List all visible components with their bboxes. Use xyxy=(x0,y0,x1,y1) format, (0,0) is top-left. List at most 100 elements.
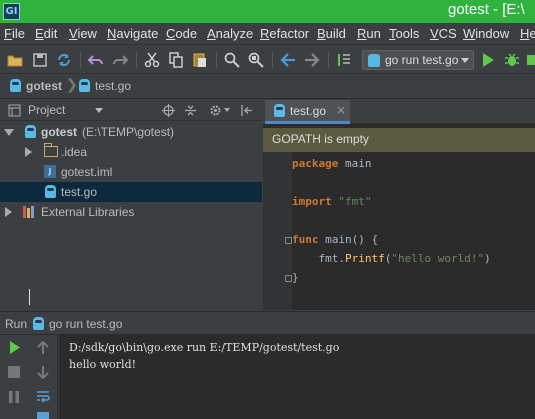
back-icon[interactable] xyxy=(279,51,297,69)
tree-item-test-go[interactable]: test.go xyxy=(0,182,262,202)
keyword: import xyxy=(292,195,332,208)
code-line-func[interactable]: func main() { xyxy=(292,233,378,246)
fold-marker-icon[interactable] xyxy=(285,275,292,282)
tree-item-iml[interactable]: J gotest.iml xyxy=(0,162,262,182)
tree-item-idea[interactable]: .idea xyxy=(0,142,262,162)
go-file-icon xyxy=(79,79,90,92)
folder-icon xyxy=(44,143,58,157)
breadcrumb-file[interactable]: test.go xyxy=(79,79,131,95)
run-configuration-select[interactable]: go run test.go xyxy=(362,50,474,70)
run-icon[interactable] xyxy=(479,51,497,69)
run-panel-tab[interactable]: go run test.go xyxy=(49,317,122,331)
menu-bar: File Edit View Navigate Code Analyze Ref… xyxy=(0,23,535,45)
chevron-down-icon[interactable] xyxy=(95,108,103,113)
run-panel-header: Run go run test.go xyxy=(0,311,535,335)
undo-icon[interactable] xyxy=(87,51,105,69)
gopath-warning-text: GOPATH is empty xyxy=(272,132,369,146)
run-configuration-label: go run test.go xyxy=(385,53,459,67)
title-bar: GI gotest - [E:\ xyxy=(0,0,535,23)
menu-navigate[interactable]: Navigate xyxy=(107,26,158,41)
soft-wrap-icon[interactable] xyxy=(35,389,51,405)
punctuation: ) xyxy=(484,252,491,265)
replace-icon[interactable] xyxy=(247,51,265,69)
stop-icon[interactable] xyxy=(7,365,21,379)
tree-item-label: .idea xyxy=(61,145,88,159)
code-line-printf[interactable]: fmt.Printf("hello world!") xyxy=(292,252,491,265)
tree-item-project-root[interactable]: gotest (E:\TEMP\gotest) xyxy=(0,122,262,142)
chevron-down-icon[interactable] xyxy=(224,108,230,112)
code-line-package[interactable]: package main xyxy=(292,157,371,170)
chevron-down-icon xyxy=(461,58,469,63)
code-line-import[interactable]: import "fmt" xyxy=(292,195,372,208)
project-panel: Project gotest (E:\TEMP\gotest) .idea J … xyxy=(0,100,262,310)
cut-icon[interactable] xyxy=(143,51,161,69)
run-console[interactable]: D:/sdk/go\bin\go.exe run E:/TEMP/gotest/… xyxy=(59,335,535,419)
build-icon[interactable] xyxy=(335,51,353,69)
menu-vcs[interactable]: VCS xyxy=(430,26,457,41)
save-all-icon[interactable] xyxy=(31,51,49,69)
redo-icon[interactable] xyxy=(111,51,129,69)
coverage-icon[interactable] xyxy=(525,51,535,69)
toolbar-separator xyxy=(216,51,217,69)
identifier: fmt. xyxy=(292,252,345,265)
go-module-icon xyxy=(10,79,21,92)
run-panel-toolbar xyxy=(0,335,58,419)
tab-test-go[interactable]: test.go × xyxy=(265,100,350,124)
toolbar-separator xyxy=(272,51,273,69)
forward-icon[interactable] xyxy=(303,51,321,69)
gear-icon[interactable] xyxy=(209,104,222,117)
open-folder-icon[interactable] xyxy=(6,51,24,69)
breadcrumb-project[interactable]: gotest xyxy=(10,79,62,95)
paste-icon[interactable] xyxy=(191,51,209,69)
pause-icon[interactable] xyxy=(7,390,21,404)
chevron-right-icon[interactable] xyxy=(25,147,32,157)
breadcrumb: gotest ❯ test.go xyxy=(0,75,535,99)
goland-logo-icon: GI xyxy=(3,3,20,20)
tab-label: test.go xyxy=(290,104,327,118)
run-panel-title: Run xyxy=(5,317,28,331)
menu-help[interactable]: He xyxy=(520,26,535,41)
breadcrumb-separator-icon: ❯ xyxy=(66,77,78,93)
menu-view[interactable]: View xyxy=(69,26,97,41)
tree-item-label: test.go xyxy=(61,185,98,199)
toolbar-separator xyxy=(136,51,137,69)
hide-panel-icon[interactable] xyxy=(240,104,253,117)
menu-file[interactable]: File xyxy=(4,26,25,41)
tree-item-label: gotest.iml xyxy=(61,165,113,179)
close-icon[interactable]: × xyxy=(336,103,346,117)
go-module-icon xyxy=(25,125,36,138)
menu-build[interactable]: Build xyxy=(317,26,346,41)
fold-marker-icon[interactable] xyxy=(285,237,292,244)
menu-tools[interactable]: Tools xyxy=(389,26,419,41)
menu-refactor[interactable]: Refactor xyxy=(260,26,309,41)
project-view-select[interactable]: Project xyxy=(28,103,65,117)
debug-icon[interactable] xyxy=(503,51,521,69)
menu-code[interactable]: Code xyxy=(166,26,197,41)
menu-run[interactable]: Run xyxy=(357,26,381,41)
project-panel-header: Project xyxy=(0,100,262,121)
collapse-all-icon[interactable] xyxy=(184,104,197,117)
rerun-icon[interactable] xyxy=(7,340,22,355)
print-icon[interactable] xyxy=(35,411,51,419)
tree-item-path: (E:\TEMP\gotest) xyxy=(82,125,175,139)
tree-item-external-libraries[interactable]: External Libraries xyxy=(0,202,262,222)
punctuation: } xyxy=(292,271,299,284)
chevron-right-icon[interactable] xyxy=(5,207,12,217)
menu-analyze[interactable]: Analyze xyxy=(207,26,253,41)
arrow-down-icon[interactable] xyxy=(36,365,50,379)
tree-item-label: External Libraries xyxy=(41,205,135,219)
sync-icon[interactable] xyxy=(55,51,73,69)
find-icon[interactable] xyxy=(223,51,241,69)
library-icon xyxy=(23,206,36,218)
go-file-icon xyxy=(368,54,380,67)
menu-window[interactable]: Window xyxy=(463,26,509,41)
code-line-close[interactable]: } xyxy=(292,271,299,284)
editor-gutter xyxy=(263,152,292,310)
copy-icon[interactable] xyxy=(167,51,185,69)
editor-tab-bar: test.go × xyxy=(263,100,535,124)
arrow-up-icon[interactable] xyxy=(36,341,50,355)
locate-icon[interactable] xyxy=(162,104,175,117)
chevron-down-icon[interactable] xyxy=(4,129,14,136)
menu-edit[interactable]: Edit xyxy=(35,26,57,41)
project-view-icon xyxy=(8,104,21,117)
